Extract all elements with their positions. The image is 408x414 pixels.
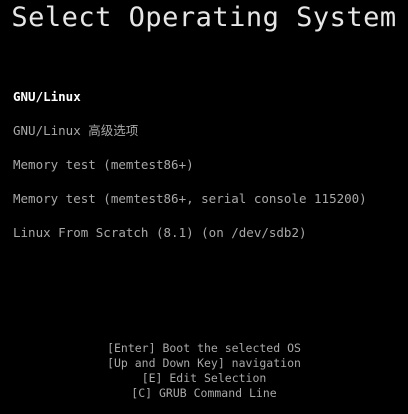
help-text: [Enter] Boot the selected OS [Up and Dow… (0, 341, 408, 401)
help-edit: [E] Edit Selection (141, 371, 267, 385)
boot-menu: GNU/Linux GNU/Linux 高级选项 Memory test (me… (13, 88, 403, 258)
help-enter: [Enter] Boot the selected OS (107, 341, 301, 355)
help-command-line: [C] GRUB Command Line (131, 386, 277, 400)
boot-entry-memtest[interactable]: Memory test (memtest86+) (13, 156, 403, 190)
page-title: Select Operating System (11, 2, 397, 33)
boot-entry-gnu-linux[interactable]: GNU/Linux (13, 88, 403, 122)
boot-entry-lfs[interactable]: Linux From Scratch (8.1) (on /dev/sdb2) (13, 224, 403, 258)
boot-entry-memtest-serial[interactable]: Memory test (memtest86+, serial console … (13, 190, 403, 224)
help-navigation: [Up and Down Key] navigation (107, 356, 301, 370)
boot-entry-gnu-linux-advanced[interactable]: GNU/Linux 高级选项 (13, 122, 403, 156)
